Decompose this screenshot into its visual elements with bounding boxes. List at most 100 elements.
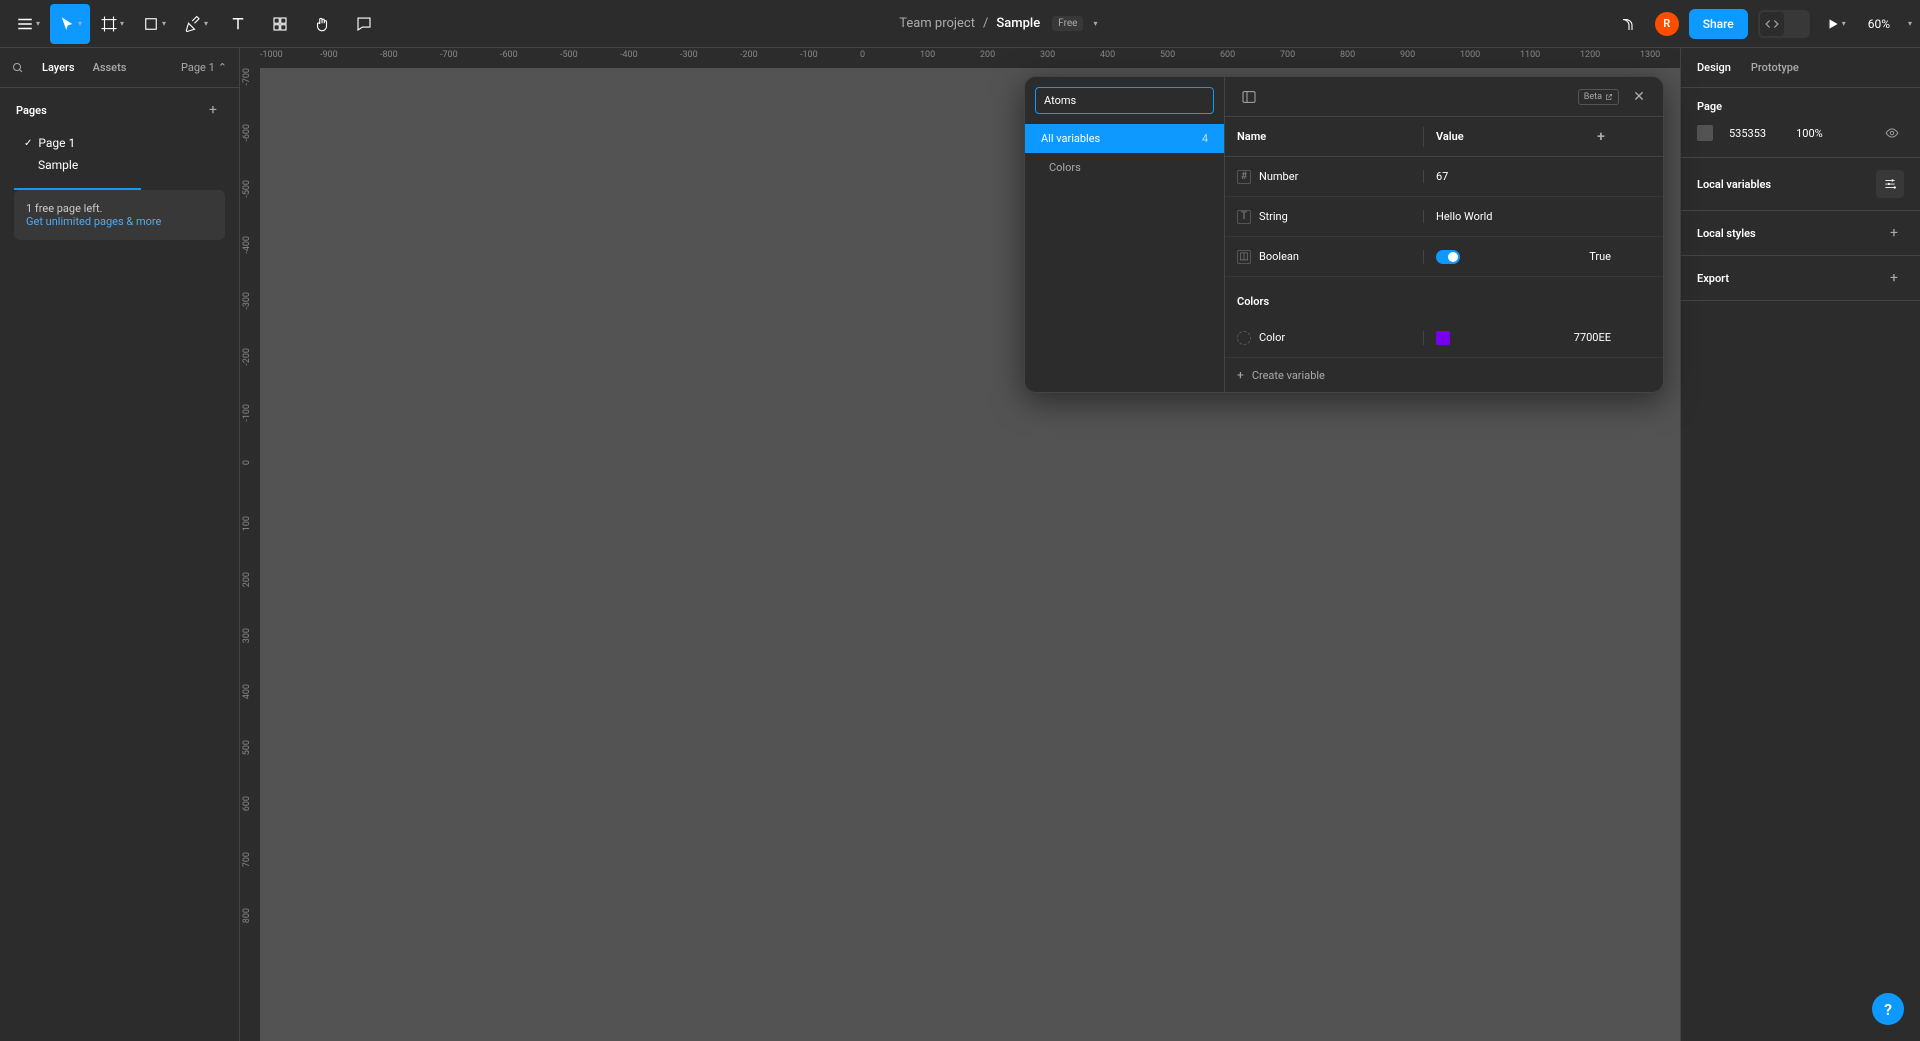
- left-panel-tabs: Layers Assets Page 1 ⌃: [0, 48, 239, 88]
- top-toolbar: ▾ ▾ ▾ ▾ ▾ Team project: [0, 0, 1920, 48]
- boolean-type-icon: ◫: [1237, 250, 1251, 264]
- avatar[interactable]: R: [1655, 12, 1679, 36]
- sidebar-toggle-icon[interactable]: [1237, 85, 1261, 109]
- variables-modal: All variables 4 Colors Beta ✕ Name Value…: [1024, 76, 1664, 393]
- code-icon: [1760, 12, 1784, 36]
- variable-name: Number: [1259, 170, 1298, 183]
- page-label: Page: [1697, 100, 1904, 113]
- chevron-down-icon: ▾: [162, 19, 166, 28]
- frame-tool[interactable]: ▾: [92, 4, 132, 44]
- variables-table-header: Name Value +: [1225, 117, 1663, 157]
- variable-row[interactable]: T String Hello World: [1225, 197, 1663, 237]
- check-icon: ✓: [24, 138, 32, 149]
- add-style-button[interactable]: +: [1884, 223, 1904, 243]
- variable-value[interactable]: 7700EE: [1574, 331, 1611, 344]
- comment-tool[interactable]: [344, 4, 384, 44]
- page-item[interactable]: ✓ Page 1: [0, 132, 239, 154]
- color-swatch[interactable]: [1436, 331, 1450, 345]
- pen-tool[interactable]: ▾: [176, 4, 216, 44]
- present-button[interactable]: ▾: [1820, 10, 1852, 38]
- right-panel: Design Prototype Page 535353 100% Local …: [1680, 48, 1920, 1041]
- close-button[interactable]: ✕: [1627, 85, 1651, 109]
- color-type-icon: [1237, 331, 1251, 345]
- variables-settings-button[interactable]: [1876, 170, 1904, 198]
- chevron-down-icon[interactable]: ▾: [1908, 19, 1912, 28]
- chevron-down-icon: ▾: [36, 19, 40, 28]
- chevron-down-icon[interactable]: ▾: [1093, 19, 1097, 28]
- upgrade-card: 1 free page left. Get unlimited pages & …: [14, 190, 225, 240]
- variable-name: Boolean: [1259, 250, 1299, 263]
- variables-sidebar: All variables 4 Colors: [1025, 77, 1225, 392]
- breadcrumb-project[interactable]: Team project: [899, 16, 975, 31]
- tab-prototype[interactable]: Prototype: [1751, 61, 1799, 74]
- local-styles-section: Local styles +: [1681, 211, 1920, 256]
- string-type-icon: T: [1237, 210, 1251, 224]
- local-variables-section: Local variables: [1681, 158, 1920, 211]
- collection-name-input[interactable]: [1035, 87, 1214, 114]
- page-item[interactable]: Sample: [0, 154, 239, 176]
- plus-icon: +: [1237, 368, 1244, 382]
- page-section: Page 535353 100%: [1681, 88, 1920, 158]
- tab-design[interactable]: Design: [1697, 61, 1731, 74]
- create-variable-button[interactable]: + Create variable: [1225, 358, 1663, 392]
- help-button[interactable]: ?: [1872, 993, 1904, 1025]
- add-mode-button[interactable]: +: [1591, 127, 1611, 147]
- upgrade-line1: 1 free page left.: [26, 202, 213, 215]
- ruler-horizontal: -1000-900-800-700-600-500-400-300-200-10…: [260, 48, 1680, 68]
- tab-assets[interactable]: Assets: [93, 61, 127, 74]
- add-page-button[interactable]: +: [203, 100, 223, 120]
- pages-label: Pages: [16, 104, 47, 117]
- page-selector[interactable]: Page 1 ⌃: [181, 61, 227, 74]
- local-styles-label: Local styles: [1697, 227, 1756, 240]
- boolean-toggle[interactable]: [1436, 250, 1460, 264]
- search-icon[interactable]: [12, 62, 24, 74]
- group-item-colors[interactable]: Colors: [1025, 153, 1224, 182]
- variable-value[interactable]: 67: [1436, 170, 1448, 183]
- share-button[interactable]: Share: [1689, 9, 1748, 39]
- text-tool[interactable]: [218, 4, 258, 44]
- ruler-corner: [240, 48, 260, 68]
- document-name[interactable]: Sample: [996, 16, 1040, 31]
- column-header-name: Name: [1225, 130, 1423, 143]
- move-tool[interactable]: ▾: [50, 4, 90, 44]
- visibility-toggle[interactable]: [1880, 121, 1904, 145]
- local-variables-label: Local variables: [1697, 178, 1771, 191]
- variable-row[interactable]: Color 7700EE: [1225, 318, 1663, 358]
- export-label: Export: [1697, 272, 1729, 285]
- main-menu-button[interactable]: ▾: [8, 4, 48, 44]
- zoom-level[interactable]: 60%: [1862, 17, 1896, 31]
- chevron-up-icon: ⌃: [218, 61, 227, 74]
- group-header-colors: Colors: [1225, 277, 1663, 318]
- variable-name: Color: [1259, 331, 1285, 344]
- hand-tool[interactable]: [302, 4, 342, 44]
- chevron-down-icon: ▾: [78, 19, 82, 28]
- page-name: Page 1: [38, 136, 75, 150]
- variable-name: String: [1259, 210, 1288, 223]
- bg-opacity-value[interactable]: 100%: [1796, 127, 1823, 140]
- variable-row[interactable]: ◫ Boolean True: [1225, 237, 1663, 277]
- shape-tool[interactable]: ▾: [134, 4, 174, 44]
- collection-item-all[interactable]: All variables 4: [1025, 124, 1224, 153]
- add-export-button[interactable]: +: [1884, 268, 1904, 288]
- left-panel: Layers Assets Page 1 ⌃ Pages + ✓ Page 1 …: [0, 48, 240, 1041]
- upgrade-link[interactable]: Get unlimited pages & more: [26, 215, 213, 228]
- variable-row[interactable]: # Number 67: [1225, 157, 1663, 197]
- color-chip[interactable]: [1697, 125, 1713, 141]
- variables-search-wrap: [1025, 77, 1224, 124]
- beta-badge[interactable]: Beta: [1578, 89, 1619, 105]
- resources-tool[interactable]: [260, 4, 300, 44]
- variable-value[interactable]: Hello World: [1436, 210, 1493, 223]
- variables-header: Beta ✕: [1225, 77, 1663, 117]
- page-name: Sample: [38, 158, 78, 172]
- chevron-down-icon: ▾: [120, 19, 124, 28]
- dev-mode-toggle[interactable]: [1758, 10, 1810, 38]
- pages-section-header: Pages +: [0, 88, 239, 132]
- number-type-icon: #: [1237, 170, 1251, 184]
- page-selector-label: Page 1: [181, 61, 215, 74]
- audio-button[interactable]: [1613, 8, 1645, 40]
- variables-main: Beta ✕ Name Value + # Number 67: [1225, 77, 1663, 392]
- column-header-value: Value +: [1423, 127, 1623, 147]
- toolbar-right: R Share ▾ 60% ▾: [1613, 8, 1912, 40]
- tab-layers[interactable]: Layers: [42, 61, 75, 74]
- bg-color-value[interactable]: 535353: [1729, 127, 1766, 140]
